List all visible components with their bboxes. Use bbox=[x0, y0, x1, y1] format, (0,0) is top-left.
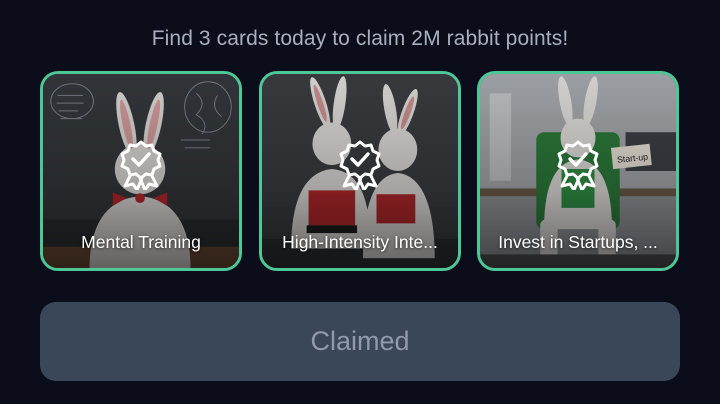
card-high-intensity[interactable]: High-Intensity Inte... bbox=[259, 71, 461, 271]
claimed-button[interactable]: Claimed bbox=[40, 302, 680, 381]
card-title: High-Intensity Inte... bbox=[282, 232, 438, 252]
card-mental-training[interactable]: Mental Training bbox=[40, 71, 242, 271]
card-title: Mental Training bbox=[81, 232, 201, 252]
award-badge-icon bbox=[119, 140, 163, 192]
card-invest-startups[interactable]: Start-up Invest in Startups, ... bbox=[477, 71, 679, 271]
headline: Find 3 cards today to claim 2M rabbit po… bbox=[151, 27, 569, 50]
card-title: Invest in Startups, ... bbox=[498, 232, 658, 252]
award-badge-icon bbox=[556, 140, 600, 192]
award-badge-icon bbox=[338, 140, 382, 192]
